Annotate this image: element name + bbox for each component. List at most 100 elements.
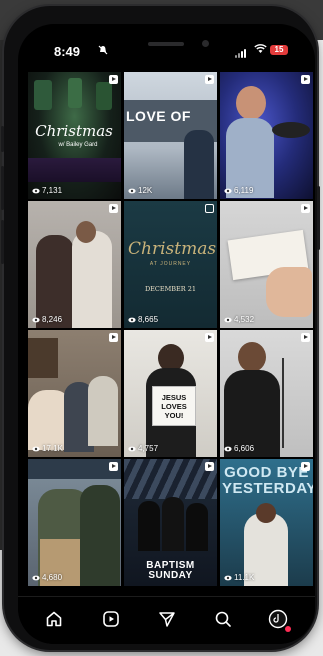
reel-badge-icon xyxy=(301,75,310,84)
carousel-badge-icon xyxy=(205,204,214,213)
reel-badge-icon xyxy=(301,204,310,213)
volume-down-button xyxy=(1,220,4,264)
reel-badge-icon xyxy=(109,462,118,471)
post-title: BAPTISM SUNDAY xyxy=(146,560,195,581)
post-title: Christmas xyxy=(128,239,217,259)
grid-tile[interactable]: GOOD BYE YESTERDAY 11.1K xyxy=(220,459,313,586)
grid-tile[interactable]: JESUS LOVES YOU! 4,757 xyxy=(124,330,217,457)
reels-icon xyxy=(103,611,119,627)
notification-dot xyxy=(285,626,291,632)
grid-tile[interactable]: 6,119 xyxy=(220,72,313,199)
person-figure xyxy=(72,231,112,328)
grid-tile[interactable]: 4,680 xyxy=(28,459,121,586)
reel-badge-icon xyxy=(301,462,310,471)
grid-tile[interactable]: 8,246 xyxy=(28,201,121,328)
tab-reels[interactable] xyxy=(97,605,125,633)
grid-tile[interactable]: LOVE OF 12K xyxy=(124,72,217,199)
phone-screen: 8:49 15 Christmas w/ Bailey Gard 7,131 L… xyxy=(18,24,315,644)
tab-bar xyxy=(18,596,315,644)
view-count: 6,119 xyxy=(224,186,253,195)
performer-figure xyxy=(68,78,82,108)
grid-tile[interactable]: Christmas AT JOURNEY DECEMBER 21 8,665 xyxy=(124,201,217,328)
view-count: 7,131 xyxy=(32,186,62,195)
face xyxy=(238,342,266,372)
posts-grid: Christmas w/ Bailey Gard 7,131 LOVE OF 1… xyxy=(28,72,313,586)
grid-tile[interactable]: Christmas w/ Bailey Gard 7,131 xyxy=(28,72,121,199)
wall-cabinet xyxy=(28,338,58,378)
search-icon xyxy=(215,611,231,627)
grid-tile[interactable]: 17.1K xyxy=(28,330,121,457)
view-count: 8,246 xyxy=(32,315,62,324)
post-title: Christmas xyxy=(35,122,113,140)
eye-icon xyxy=(224,575,232,580)
eye-icon xyxy=(32,188,40,193)
action-button xyxy=(1,126,4,152)
face xyxy=(256,503,276,523)
grid-tile[interactable]: 6,606 xyxy=(220,330,313,457)
post-date: DECEMBER 21 xyxy=(144,285,197,293)
phone-frame: 8:49 15 Christmas w/ Bailey Gard 7,131 L… xyxy=(1,6,320,650)
bell-slash-icon xyxy=(98,45,108,58)
tab-messages[interactable] xyxy=(153,605,181,633)
eye-icon xyxy=(32,575,40,580)
battery-indicator: 15 xyxy=(270,45,288,55)
eye-icon xyxy=(32,446,40,451)
sign-card: JESUS LOVES YOU! xyxy=(152,386,196,426)
view-count: 12K xyxy=(128,186,152,195)
view-count: 4,680 xyxy=(32,573,62,582)
view-count: 4,532 xyxy=(224,315,254,324)
speaker-grille xyxy=(148,42,184,46)
volume-up-button xyxy=(1,166,4,210)
person-figure xyxy=(184,130,214,199)
power-button xyxy=(317,186,320,250)
eye-icon xyxy=(128,317,136,322)
mic-stand xyxy=(282,358,284,448)
reel-badge-icon xyxy=(205,333,214,342)
eye-icon xyxy=(224,446,232,451)
view-count: 8,665 xyxy=(128,315,158,324)
face xyxy=(76,221,96,243)
view-count: 6,606 xyxy=(224,444,254,453)
wifi-icon xyxy=(254,44,267,57)
eye-icon xyxy=(32,317,40,322)
person-figure xyxy=(88,376,118,446)
reel-badge-icon xyxy=(109,75,118,84)
eye-icon xyxy=(224,317,232,322)
person-figure xyxy=(138,501,160,551)
home-icon xyxy=(46,611,62,627)
eye-icon xyxy=(224,188,232,193)
tab-home[interactable] xyxy=(40,605,68,633)
camera-lens xyxy=(202,40,209,47)
banner-wall xyxy=(28,459,121,479)
person-figure xyxy=(186,503,208,551)
grid-tile[interactable]: BAPTISM SUNDAY xyxy=(124,459,217,586)
view-count: 11.1K xyxy=(224,573,254,582)
person-figure xyxy=(80,485,120,586)
post-subtitle: w/ Bailey Gard xyxy=(58,142,98,148)
reel-badge-icon xyxy=(205,75,214,84)
status-time: 8:49 xyxy=(54,44,81,59)
dynamic-island xyxy=(116,34,216,62)
tab-profile[interactable] xyxy=(264,605,292,633)
grid-tile[interactable]: 4,532 xyxy=(220,201,313,328)
reel-badge-icon xyxy=(301,333,310,342)
eye-icon xyxy=(128,446,136,451)
performer-figure xyxy=(96,82,112,110)
status-bar: 8:49 15 xyxy=(18,24,315,68)
reel-badge-icon xyxy=(109,204,118,213)
signal-icon xyxy=(235,48,249,58)
person-figure xyxy=(162,497,184,551)
reel-badge-icon xyxy=(109,333,118,342)
sign-text: JESUS LOVES YOU! xyxy=(161,393,187,420)
reel-badge-icon xyxy=(205,462,214,471)
eye-icon xyxy=(128,188,136,193)
face xyxy=(236,86,266,120)
post-title: GOOD BYE YESTERDAY xyxy=(222,464,313,497)
tab-search[interactable] xyxy=(209,605,237,633)
view-count: 4,757 xyxy=(128,444,158,453)
send-icon xyxy=(159,612,175,627)
stage-lights xyxy=(124,459,217,499)
post-subtitle: AT JOURNEY xyxy=(149,261,192,267)
drum-kit xyxy=(272,122,310,138)
view-count: 17.1K xyxy=(32,444,63,453)
